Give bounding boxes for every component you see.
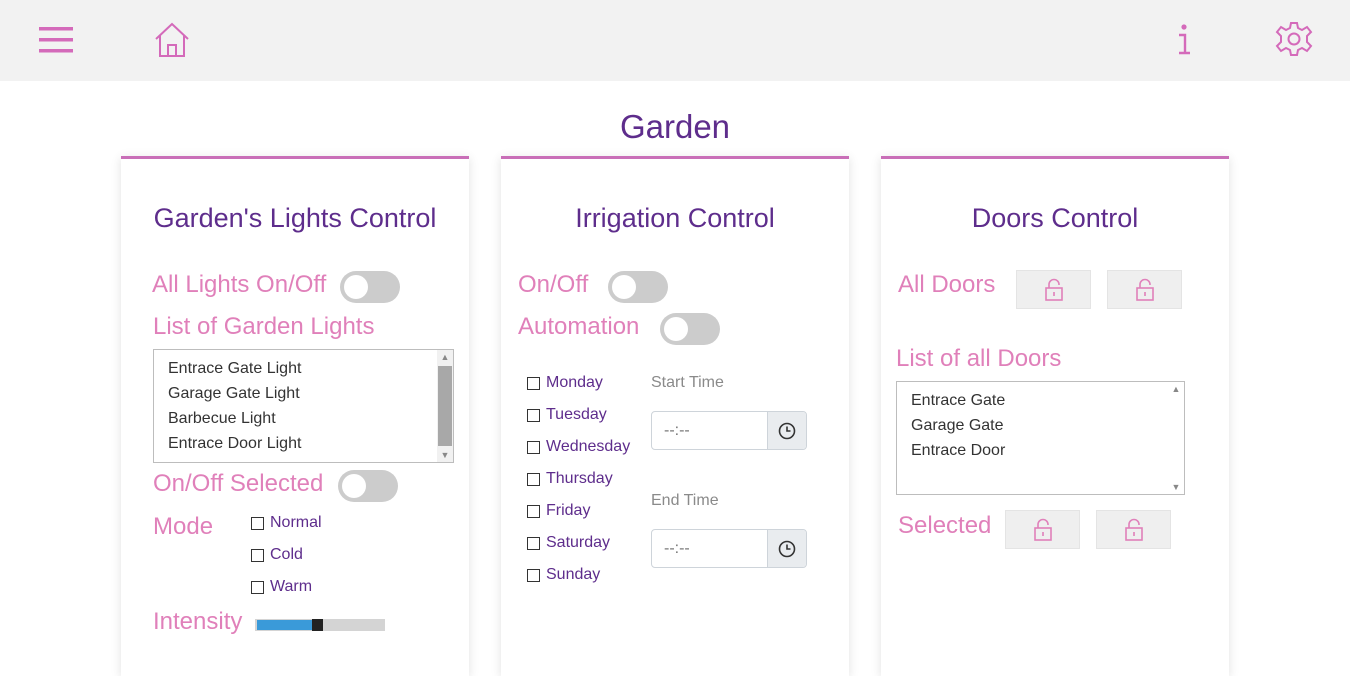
irrigation-control-card: Irrigation Control On/Off Automation Mon… — [501, 156, 849, 676]
checkbox-box[interactable] — [527, 504, 540, 518]
automation-label: Automation — [518, 313, 640, 340]
clock-icon[interactable] — [767, 412, 806, 449]
selected-doors-lock-button[interactable] — [1005, 510, 1080, 549]
day-friday-checkbox[interactable]: Friday — [527, 502, 590, 520]
day-monday-checkbox[interactable]: Monday — [527, 374, 603, 392]
end-time-value[interactable]: --:-- — [652, 530, 767, 567]
day-label: Thursday — [546, 470, 613, 487]
day-tuesday-checkbox[interactable]: Tuesday — [527, 406, 607, 424]
all-lights-toggle[interactable] — [340, 271, 400, 303]
list-item[interactable]: Entrace Door Light — [154, 431, 453, 456]
day-label: Sunday — [546, 566, 601, 583]
end-time-input[interactable]: --:-- — [651, 529, 807, 568]
list-item[interactable]: Barbecue Light — [154, 406, 453, 431]
day-label: Saturday — [546, 534, 611, 551]
home-icon[interactable] — [152, 20, 192, 60]
day-sunday-checkbox[interactable]: Sunday — [527, 566, 600, 584]
all-lights-label: All Lights On/Off — [152, 271, 327, 298]
slider-fill — [257, 620, 315, 630]
list-item[interactable]: Entrace Gate — [897, 388, 1184, 413]
lights-list-label: List of Garden Lights — [153, 313, 375, 340]
mode-warm-checkbox[interactable]: Warm — [251, 578, 312, 596]
list-item[interactable]: Entrace Gate Light — [154, 356, 453, 381]
irrigation-card-title: Irrigation Control — [575, 203, 775, 233]
scroll-up-arrow[interactable]: ▲ — [437, 350, 453, 364]
day-saturday-checkbox[interactable]: Saturday — [527, 534, 610, 552]
lock-icon — [1044, 278, 1063, 301]
scroll-down-arrow[interactable]: ▼ — [1168, 480, 1184, 494]
toggle-knob — [342, 474, 366, 498]
list-item[interactable]: Garage Gate Light — [154, 381, 453, 406]
scroll-up-arrow[interactable]: ▲ — [1168, 382, 1184, 396]
checkbox-box[interactable] — [527, 408, 540, 422]
hamburger-menu-icon[interactable] — [38, 22, 74, 58]
info-icon[interactable] — [1168, 20, 1198, 60]
checkbox-box[interactable] — [527, 568, 540, 582]
doors-list-items: Entrace Gate Garage Gate Entrace Door — [897, 382, 1184, 463]
selected-doors-unlock-button[interactable] — [1096, 510, 1171, 549]
end-time-label: End Time — [651, 492, 719, 509]
all-doors-unlock-button[interactable] — [1107, 270, 1182, 309]
unlock-icon — [1135, 278, 1154, 301]
toggle-knob — [664, 317, 688, 341]
checkbox-box[interactable] — [527, 440, 540, 454]
page-title: Garden — [619, 108, 731, 145]
toggle-knob — [612, 275, 636, 299]
all-doors-label: All Doors — [898, 271, 996, 298]
doors-control-card: Doors Control All Doors List of all Door… — [881, 156, 1229, 676]
start-time-value[interactable]: --:-- — [652, 412, 767, 449]
lights-card-title: Garden's Lights Control — [153, 203, 437, 233]
day-label: Monday — [546, 374, 603, 391]
checkbox-box[interactable] — [251, 548, 264, 562]
checkbox-box[interactable] — [251, 516, 264, 530]
start-time-input[interactable]: --:-- — [651, 411, 807, 450]
lights-listbox[interactable]: Entrace Gate Light Garage Gate Light Bar… — [153, 349, 454, 463]
on-off-selected-toggle[interactable] — [338, 470, 398, 502]
slider-thumb[interactable] — [312, 619, 323, 631]
intensity-label: Intensity — [153, 608, 243, 635]
day-label: Friday — [546, 502, 591, 519]
irrigation-onoff-label: On/Off — [518, 271, 589, 298]
day-label: Wednesday — [546, 438, 631, 455]
mode-cold-label: Cold — [270, 546, 303, 563]
day-wednesday-checkbox[interactable]: Wednesday — [527, 438, 630, 456]
doors-listbox[interactable]: Entrace Gate Garage Gate Entrace Door ▲ … — [896, 381, 1185, 495]
scroll-thumb[interactable] — [438, 366, 452, 446]
scrollbar[interactable]: ▲ ▼ — [437, 350, 453, 462]
scrollbar[interactable]: ▲ ▼ — [1168, 382, 1184, 494]
mode-cold-checkbox[interactable]: Cold — [251, 546, 303, 564]
lock-icon — [1033, 518, 1052, 541]
all-doors-lock-button[interactable] — [1016, 270, 1091, 309]
checkbox-box[interactable] — [527, 376, 540, 390]
selected-doors-label: Selected — [898, 512, 992, 539]
checkbox-box[interactable] — [527, 536, 540, 550]
top-bar — [0, 0, 1350, 81]
doors-list-label: List of all Doors — [896, 345, 1062, 372]
doors-card-title: Doors Control — [971, 203, 1139, 233]
checkbox-box[interactable] — [527, 472, 540, 486]
lights-control-card: Garden's Lights Control All Lights On/Of… — [121, 156, 469, 676]
checkbox-box[interactable] — [251, 580, 264, 594]
mode-label: Mode — [153, 513, 214, 540]
gear-icon[interactable] — [1274, 19, 1314, 59]
scroll-down-arrow[interactable]: ▼ — [437, 448, 453, 462]
lights-list-items: Entrace Gate Light Garage Gate Light Bar… — [154, 350, 453, 456]
start-time-label: Start Time — [651, 374, 724, 391]
intensity-slider[interactable] — [255, 619, 385, 631]
day-thursday-checkbox[interactable]: Thursday — [527, 470, 613, 488]
mode-warm-label: Warm — [270, 578, 313, 595]
unlock-icon — [1124, 518, 1143, 541]
list-item[interactable]: Garage Gate — [897, 413, 1184, 438]
list-item[interactable]: Entrace Door — [897, 438, 1184, 463]
irrigation-onoff-toggle[interactable] — [608, 271, 668, 303]
toggle-knob — [344, 275, 368, 299]
mode-normal-label: Normal — [270, 514, 322, 531]
mode-normal-checkbox[interactable]: Normal — [251, 514, 322, 532]
on-off-selected-label: On/Off Selected — [153, 470, 324, 497]
day-label: Tuesday — [546, 406, 607, 423]
automation-toggle[interactable] — [660, 313, 720, 345]
clock-icon[interactable] — [767, 530, 806, 567]
